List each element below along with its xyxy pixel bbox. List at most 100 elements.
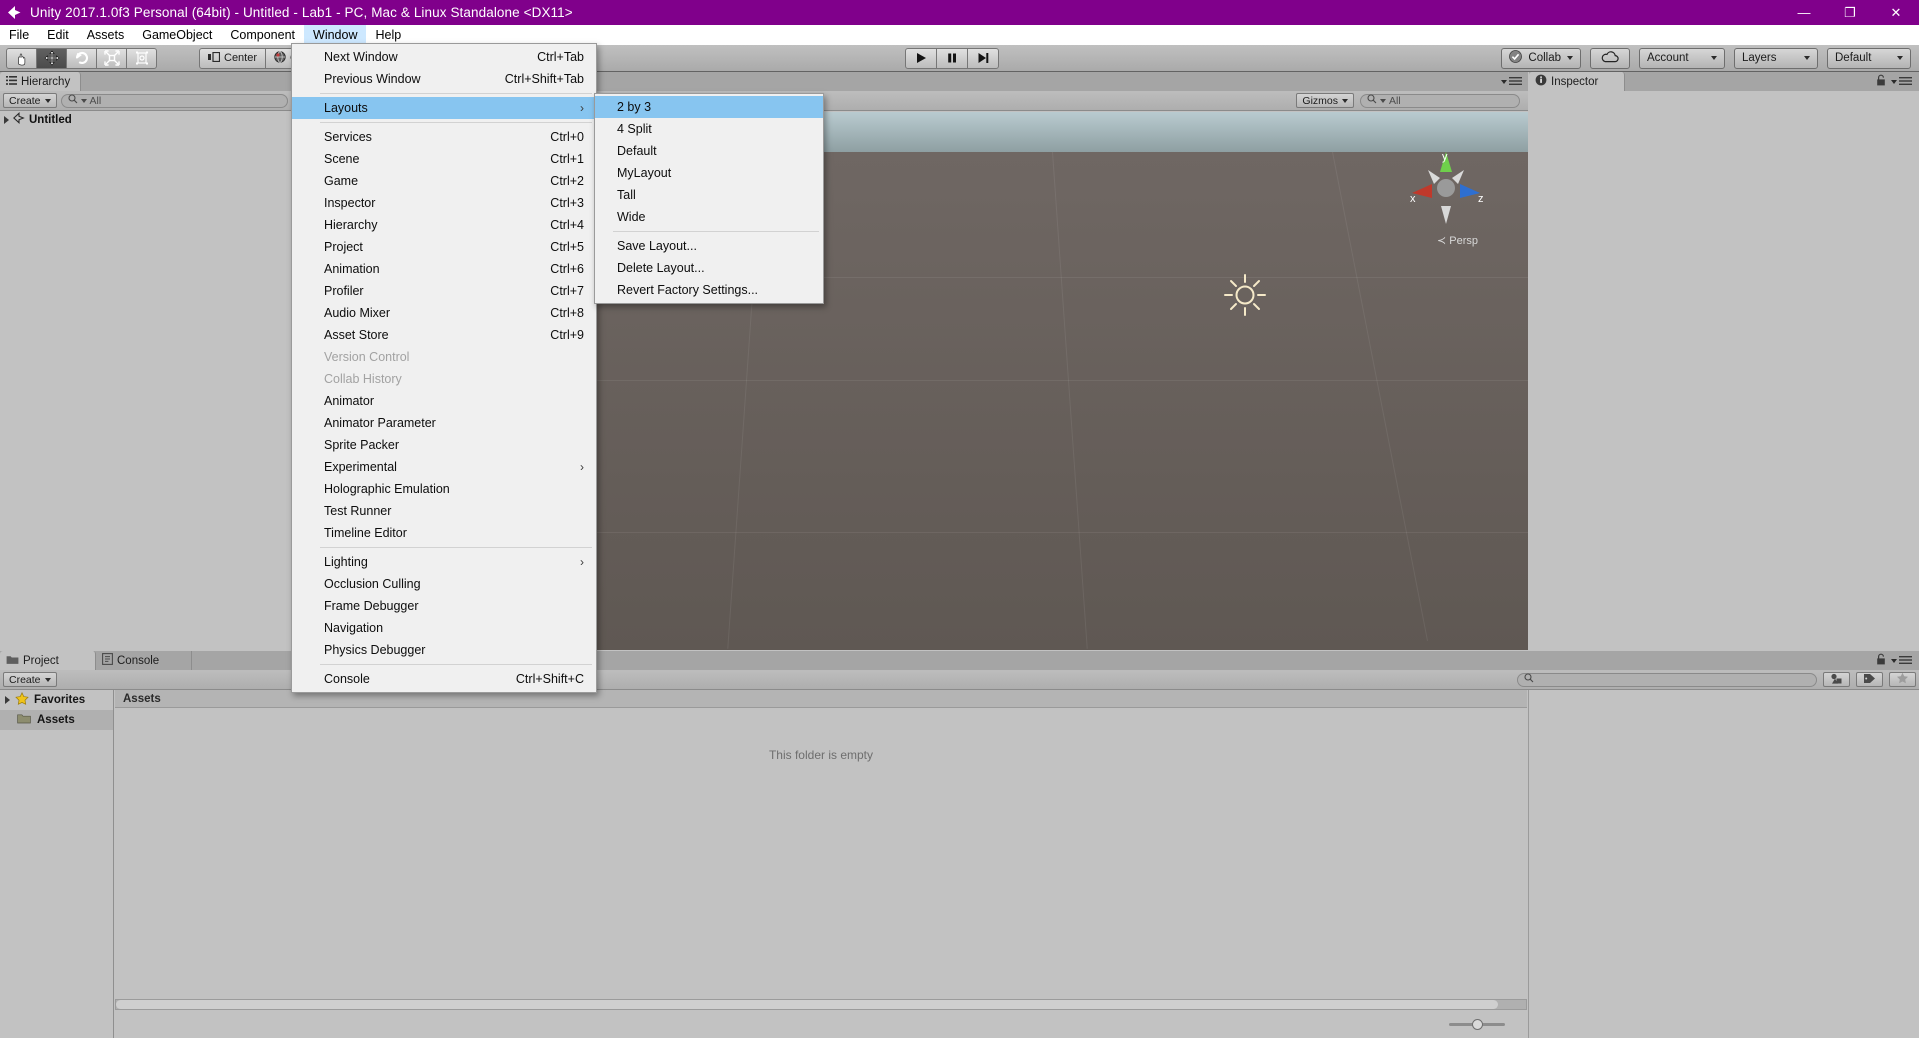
menu-item-physics-debugger[interactable]: Physics Debugger: [292, 639, 596, 661]
menu-item-layouts[interactable]: Layouts ›: [292, 97, 596, 119]
menu-help[interactable]: Help: [366, 25, 410, 45]
menu-item-holographic-emulation[interactable]: Holographic Emulation: [292, 478, 596, 500]
project-zoom-slider[interactable]: [1449, 1016, 1505, 1032]
step-button[interactable]: [967, 47, 999, 69]
menu-item-console[interactable]: Console Ctrl+Shift+C: [292, 668, 596, 690]
tab-console-label: Console: [117, 654, 160, 667]
menu-item-lighting[interactable]: Lighting ›: [292, 551, 596, 573]
hierarchy-create-button[interactable]: Create: [3, 93, 57, 108]
directional-light-gizmo[interactable]: [1222, 272, 1268, 318]
menu-item-audio-mixer[interactable]: Audio Mixer Ctrl+8: [292, 302, 596, 324]
project-favorites-row[interactable]: Favorites: [0, 690, 113, 710]
menu-item-inspector[interactable]: Inspector Ctrl+3: [292, 192, 596, 214]
search-icon: [1524, 673, 1534, 686]
menu-window[interactable]: Window: [304, 25, 367, 45]
menu-item-profiler[interactable]: Profiler Ctrl+7: [292, 280, 596, 302]
collab-button[interactable]: Collab: [1501, 47, 1581, 69]
menu-item-next-window[interactable]: Next Window Ctrl+Tab: [292, 46, 596, 68]
lock-icon[interactable]: [1876, 652, 1886, 670]
persp-arrow-icon: ≺: [1436, 235, 1447, 247]
hand-tool-button[interactable]: [6, 47, 37, 69]
menu-component[interactable]: Component: [221, 25, 304, 45]
layout-item-wide[interactable]: Wide: [595, 206, 823, 228]
menu-item-game[interactable]: Game Ctrl+2: [292, 170, 596, 192]
menu-item-animation[interactable]: Animation Ctrl+6: [292, 258, 596, 280]
filter-by-type-button[interactable]: [1823, 672, 1850, 687]
chevron-down-icon: [1501, 80, 1507, 84]
play-button[interactable]: [905, 47, 937, 69]
menu-assets[interactable]: Assets: [78, 25, 134, 45]
menu-item-frame-debugger[interactable]: Frame Debugger: [292, 595, 596, 617]
menu-item-hierarchy[interactable]: Hierarchy Ctrl+4: [292, 214, 596, 236]
menu-item-shortcut: Ctrl+8: [550, 306, 584, 320]
menu-edit[interactable]: Edit: [38, 25, 78, 45]
layout-item-save-layout[interactable]: Save Layout...: [595, 235, 823, 257]
project-create-button[interactable]: Create: [3, 672, 57, 687]
layout-item-delete-layout[interactable]: Delete Layout...: [595, 257, 823, 279]
menu-item-scene[interactable]: Scene Ctrl+1: [292, 148, 596, 170]
menu-item-label: Animation: [324, 262, 380, 276]
menu-item-project[interactable]: Project Ctrl+5: [292, 236, 596, 258]
scene-search-input[interactable]: All: [1360, 93, 1520, 108]
pause-button[interactable]: [936, 47, 968, 69]
close-button[interactable]: ✕: [1873, 0, 1919, 25]
scene-view-axis-gizmo[interactable]: x z y: [1406, 148, 1486, 228]
layout-item-revert-factory-settings[interactable]: Revert Factory Settings...: [595, 279, 823, 301]
project-panel-options[interactable]: [1876, 652, 1919, 670]
menu-item-shortcut: Ctrl+Tab: [537, 50, 584, 64]
menu-item-navigation[interactable]: Navigation: [292, 617, 596, 639]
menu-item-test-runner[interactable]: Test Runner: [292, 500, 596, 522]
menu-item-services[interactable]: Services Ctrl+0: [292, 126, 596, 148]
tab-hierarchy[interactable]: Hierarchy: [0, 72, 82, 91]
layout-item-2-by-3[interactable]: 2 by 3: [595, 96, 823, 118]
layout-item-4-split[interactable]: 4 Split: [595, 118, 823, 140]
menu-item-sprite-packer[interactable]: Sprite Packer: [292, 434, 596, 456]
layers-button[interactable]: Layers: [1734, 47, 1818, 69]
menu-item-animator[interactable]: Animator: [292, 390, 596, 412]
chevron-down-icon: [44, 98, 51, 103]
expand-triangle-icon[interactable]: [5, 696, 10, 704]
menu-item-asset-store[interactable]: Asset Store Ctrl+9: [292, 324, 596, 346]
tab-console[interactable]: Console: [96, 651, 192, 670]
hierarchy-search-input[interactable]: All: [60, 93, 288, 108]
cloud-button[interactable]: [1590, 47, 1630, 69]
layout-button[interactable]: Default: [1827, 47, 1911, 69]
project-search-input[interactable]: [1517, 672, 1817, 687]
submenu-arrow-icon: ›: [580, 101, 584, 115]
layout-item-default[interactable]: Default: [595, 140, 823, 162]
project-horizontal-scrollbar[interactable]: [115, 999, 1527, 1010]
inspector-panel-options[interactable]: [1876, 73, 1919, 91]
favorite-filter-button[interactable]: [1889, 672, 1916, 687]
minimize-button[interactable]: —: [1781, 0, 1827, 25]
menu-item-label: Lighting: [324, 555, 368, 569]
expand-triangle-icon[interactable]: [4, 115, 9, 124]
gizmos-button[interactable]: Gizmos: [1296, 93, 1354, 108]
scene-camera-mode-label[interactable]: ≺ Persp: [1437, 234, 1478, 247]
menu-item-experimental[interactable]: Experimental ›: [292, 456, 596, 478]
filter-by-label-button[interactable]: [1856, 672, 1883, 687]
tab-inspector[interactable]: Inspector: [1529, 72, 1625, 91]
rect-tool-button[interactable]: [126, 47, 157, 69]
menu-item-occlusion-culling[interactable]: Occlusion Culling: [292, 573, 596, 595]
menu-item-shortcut: Ctrl+3: [550, 196, 584, 210]
menu-file[interactable]: File: [0, 25, 38, 45]
scene-panel-options[interactable]: [1501, 73, 1528, 91]
menu-item-previous-window[interactable]: Previous Window Ctrl+Shift+Tab: [292, 68, 596, 90]
menu-item-shortcut: Ctrl+9: [550, 328, 584, 342]
scale-tool-button[interactable]: [96, 47, 127, 69]
lock-icon[interactable]: [1876, 73, 1886, 91]
account-button[interactable]: Account: [1639, 47, 1725, 69]
menu-gameobject[interactable]: GameObject: [133, 25, 221, 45]
rotate-tool-button[interactable]: [66, 47, 97, 69]
layout-item-mylayout[interactable]: MyLayout: [595, 162, 823, 184]
tab-project[interactable]: Project: [0, 651, 96, 670]
maximize-button[interactable]: ❐: [1827, 0, 1873, 25]
hierarchy-root-item[interactable]: Untitled: [0, 111, 291, 128]
layout-item-tall[interactable]: Tall: [595, 184, 823, 206]
move-tool-button[interactable]: [36, 47, 67, 69]
menu-item-animator-parameter[interactable]: Animator Parameter: [292, 412, 596, 434]
menu-item-timeline-editor[interactable]: Timeline Editor: [292, 522, 596, 544]
pivot-mode-button[interactable]: Center: [199, 47, 267, 69]
project-assets-tree-item[interactable]: Assets: [0, 710, 113, 730]
zoom-slider-knob[interactable]: [1472, 1018, 1483, 1030]
